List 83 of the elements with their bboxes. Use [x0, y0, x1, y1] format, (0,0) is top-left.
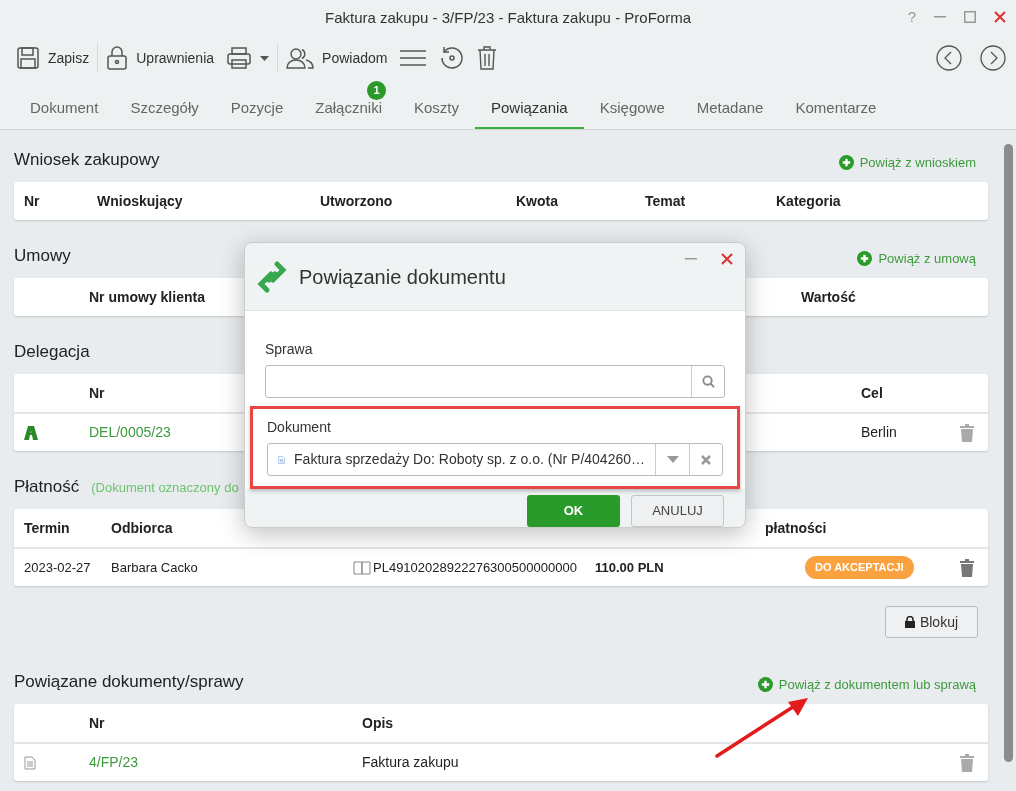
dialog-title: Powiązanie dokumentu [299, 264, 506, 290]
column-header: Nr [89, 713, 106, 733]
link-action[interactable]: Powiąż z wnioskiem [838, 152, 976, 172]
status-badge: DO AKCEPTACJI [805, 556, 914, 579]
section-note: (Dokument oznaczony do [91, 478, 239, 497]
link-action[interactable]: Powiąż z dokumentem lub sprawą [757, 674, 976, 694]
column-header: Kwota [516, 191, 559, 211]
printer-icon [226, 46, 253, 70]
save-icon [16, 46, 40, 70]
people-icon [286, 47, 315, 69]
document-select[interactable]: Faktura sprzedaży Do: Roboty sp. z o.o. (Nr P/404260… [267, 443, 723, 476]
trash-icon[interactable] [960, 423, 974, 442]
section-title: Wniosek zakupowy [14, 148, 160, 171]
tab[interactable]: Metadane [680, 79, 780, 129]
document-link[interactable]: 4/FP/23 [89, 752, 139, 773]
table-cell-text: PL49102028922276300500000000 [373, 558, 577, 577]
column-header: Nr [89, 383, 106, 403]
ok-button[interactable]: OK [527, 495, 620, 527]
caret-icon [260, 55, 270, 61]
column-header: Termin [24, 518, 71, 538]
section-title: Delegacja [14, 340, 90, 363]
toolbar-button[interactable]: Zapisz [10, 40, 96, 76]
column-header: Temat [645, 191, 687, 211]
road-icon [24, 425, 38, 440]
field-label: Sprawa [265, 340, 314, 359]
search-icon [701, 375, 715, 388]
document-icon [24, 755, 36, 770]
link-action[interactable]: Powiąż z umową [857, 248, 976, 268]
table-cell-text: Barbara Cacko [111, 558, 198, 577]
column-header: Wnioskujący [97, 191, 184, 211]
trash-icon [477, 45, 498, 71]
section-title: Powiązane dokumenty/sprawy [14, 670, 244, 693]
trash-icon[interactable] [960, 753, 974, 772]
tab[interactable]: Załączniki 1 [299, 79, 398, 129]
plus-icon [757, 676, 773, 692]
plus-icon [857, 250, 873, 266]
column-header: Odbiorca [111, 518, 174, 538]
tab[interactable]: Pozycje [214, 79, 300, 129]
column-header: Utworzono [320, 191, 394, 211]
table-cell-text: 2023-02-27 [24, 558, 91, 577]
column-header: Kategoria [776, 191, 842, 211]
plus-icon [838, 154, 854, 170]
cancel-button[interactable]: ANULUJ [631, 495, 724, 527]
maximize-icon[interactable] [964, 11, 976, 24]
table-cell-text: Faktura zakupu [362, 753, 459, 772]
tab[interactable]: Komentarze [779, 79, 893, 129]
column-header: Cel [861, 383, 884, 403]
section-title: Płatność [14, 475, 80, 498]
lock-icon [106, 45, 129, 71]
search-field[interactable] [265, 365, 725, 398]
minimize-icon[interactable] [934, 16, 946, 19]
caret-icon[interactable] [666, 456, 679, 463]
document-link[interactable]: DEL/0005/23 [89, 422, 171, 443]
close-icon[interactable] [994, 11, 1006, 24]
toolbar-button[interactable]: Uprawnienia [100, 40, 221, 76]
count-badge: 1 [366, 81, 386, 100]
rotate-icon [439, 45, 466, 71]
window-title: Faktura zakupu - 3/FP/23 - Faktura zakupu - ProForma [325, 7, 691, 28]
table-cell-text: Berlin [861, 423, 897, 442]
clear-icon[interactable] [701, 454, 711, 465]
book-icon [353, 560, 371, 575]
column-header: Nr umowy klienta [89, 287, 206, 307]
lock-button[interactable]: Blokuj [885, 606, 978, 638]
close-icon[interactable] [721, 253, 733, 265]
section-title: Umowy [14, 244, 71, 267]
select-value: Faktura sprzedaży Do: Roboty sp. z o.o. (Nr P/404260… [294, 450, 645, 469]
trash-icon[interactable] [960, 558, 974, 577]
column-header: Opis [362, 713, 395, 733]
next-icon[interactable] [980, 45, 1006, 71]
column-header: Nr [24, 191, 41, 211]
tab[interactable]: Dokument [14, 79, 115, 129]
menu-icon [399, 49, 428, 67]
field-label: Dokument [267, 418, 332, 437]
tab[interactable]: Szczegóły [114, 79, 215, 129]
column-header: Wartość [801, 287, 857, 307]
column-header: płatności [765, 518, 828, 538]
tab[interactable]: Powiązania [475, 79, 584, 129]
lock-icon [904, 616, 915, 628]
toolbar-button[interactable]: Powiadom [280, 40, 394, 76]
previous-icon[interactable] [936, 45, 962, 71]
table-cell-text: 110.00 PLN [595, 558, 664, 577]
tab[interactable]: Księgowe [583, 79, 681, 129]
tab[interactable]: Koszty [397, 79, 475, 129]
